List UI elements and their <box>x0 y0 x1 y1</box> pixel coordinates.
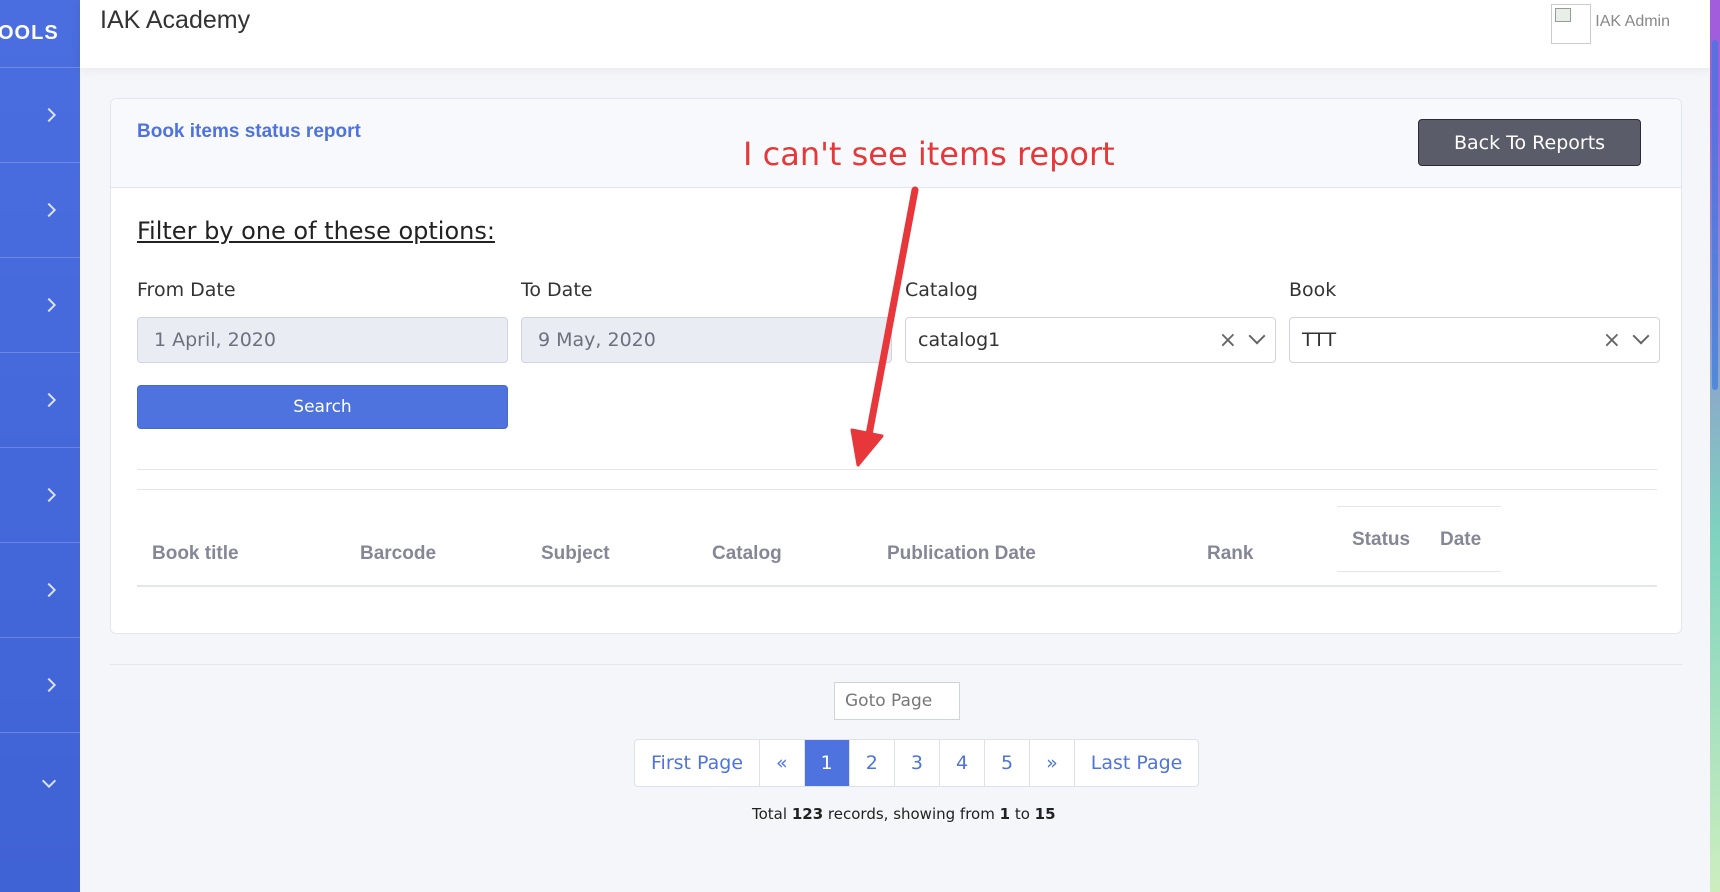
divider <box>137 469 1657 470</box>
chevron-down-icon[interactable] <box>1248 327 1266 345</box>
brand-text: OOLS <box>0 22 59 44</box>
pagination: First Page « 1 2 3 4 5 » Last Page <box>634 739 1200 787</box>
column-header-barcode[interactable]: Barcode <box>360 543 436 565</box>
total-count: 123 <box>791 805 824 823</box>
annotation-text: I can't see items report <box>743 135 1115 173</box>
page-scrollbar[interactable] <box>1710 0 1720 892</box>
divider <box>110 664 1682 665</box>
sidebar-item-6[interactable] <box>0 543 80 638</box>
catalog-select[interactable]: catalog1 × <box>905 317 1276 363</box>
app-title: IAK Academy <box>100 6 251 34</box>
column-header-publication-date[interactable]: Publication Date <box>887 543 1036 565</box>
from-date-input[interactable]: 1 April, 2020 <box>137 317 508 363</box>
clear-icon[interactable]: × <box>1219 328 1237 353</box>
column-header-group: Status Date <box>1337 506 1501 572</box>
sidebar-item-8[interactable] <box>0 733 80 828</box>
sidebar-brand[interactable]: OOLS <box>0 0 80 68</box>
chevron-right-icon <box>41 487 57 503</box>
avatar[interactable] <box>1551 4 1592 44</box>
first-page-link[interactable]: First Page <box>635 740 761 786</box>
chevron-right-icon <box>41 677 57 693</box>
card-title: Book items status report <box>137 121 361 142</box>
goto-page-input[interactable]: Goto Page <box>834 682 960 720</box>
user-name[interactable]: IAK Admin <box>1595 13 1670 31</box>
from-date-label: From Date <box>137 279 236 301</box>
sidebar-item-1[interactable] <box>0 68 80 163</box>
divider <box>137 489 1657 490</box>
page-link-3[interactable]: 3 <box>895 740 940 786</box>
chevron-right-icon <box>41 107 57 123</box>
chevron-right-icon <box>41 392 57 408</box>
sidebar-item-5[interactable] <box>0 448 80 543</box>
column-header-rank[interactable]: Rank <box>1207 543 1253 565</box>
search-button[interactable]: Search <box>137 385 508 429</box>
clear-icon[interactable]: × <box>1603 328 1621 353</box>
next-page-link[interactable]: » <box>1030 740 1075 786</box>
sidebar-item-7[interactable] <box>0 638 80 733</box>
to-date-label: To Date <box>521 279 593 301</box>
page-link-5[interactable]: 5 <box>985 740 1031 786</box>
book-select[interactable]: TTT × <box>1289 317 1660 363</box>
previous-page-link[interactable]: « <box>760 740 805 786</box>
report-card: Book items status report Back To Reports… <box>110 98 1682 634</box>
column-header-date[interactable]: Date <box>1440 529 1481 551</box>
catalog-label: Catalog <box>905 279 978 301</box>
back-to-reports-button[interactable]: Back To Reports <box>1418 119 1641 166</box>
chevron-right-icon <box>41 297 57 313</box>
range-from: 1 <box>999 805 1011 823</box>
sidebar: OOLS <box>0 0 80 892</box>
column-header-subject[interactable]: Subject <box>541 543 610 565</box>
range-to-text: to <box>1014 805 1030 823</box>
page-link-2[interactable]: 2 <box>850 740 895 786</box>
records-text: records, showing from <box>827 805 995 823</box>
chevron-down-icon <box>41 773 57 788</box>
sidebar-item-3[interactable] <box>0 258 80 353</box>
to-date-input[interactable]: 9 May, 2020 <box>521 317 892 363</box>
sidebar-item-2[interactable] <box>0 163 80 258</box>
column-header-status[interactable]: Status <box>1352 529 1410 551</box>
scrollbar-thumb[interactable] <box>1712 40 1718 390</box>
book-label: Book <box>1289 279 1337 301</box>
filter-heading: Filter by one of these options: <box>137 217 495 245</box>
total-prefix: Total <box>752 805 788 823</box>
chevron-down-icon[interactable] <box>1632 327 1650 345</box>
chevron-right-icon <box>41 202 57 218</box>
report-table-header: Book title Barcode Subject Catalog Publi… <box>137 506 1657 587</box>
records-summary: Total 123 records, showing from 1 to 15 <box>752 805 1056 823</box>
book-select-value: TTT <box>1302 329 1337 351</box>
page-link-4[interactable]: 4 <box>940 740 986 786</box>
chevron-right-icon <box>41 582 57 598</box>
page-link-1[interactable]: 1 <box>804 740 850 786</box>
catalog-select-value: catalog1 <box>918 329 1001 351</box>
last-page-link[interactable]: Last Page <box>1075 740 1199 786</box>
topbar: IAK Academy IAK Admin <box>80 0 1710 68</box>
range-to: 15 <box>1034 805 1056 823</box>
column-header-book-title[interactable]: Book title <box>152 543 239 565</box>
user-menu[interactable]: IAK Admin <box>1551 4 1670 44</box>
column-header-catalog[interactable]: Catalog <box>712 543 782 565</box>
sidebar-item-4[interactable] <box>0 353 80 448</box>
